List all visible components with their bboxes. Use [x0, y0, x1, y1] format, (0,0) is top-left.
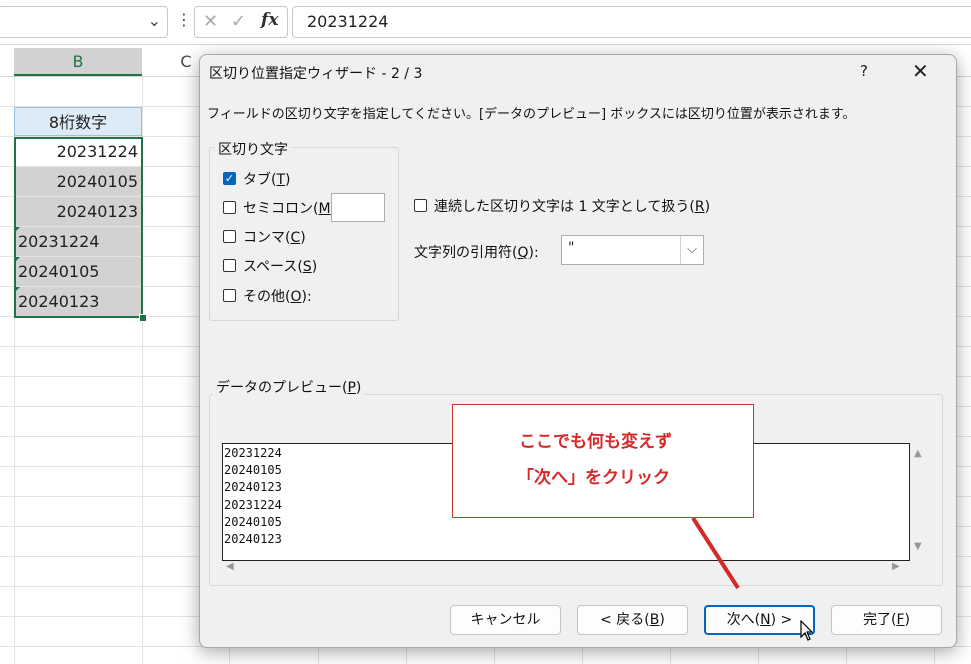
arrow-line [691, 516, 740, 590]
mouse-cursor-icon [800, 620, 814, 641]
annotation-arrow [691, 516, 740, 590]
